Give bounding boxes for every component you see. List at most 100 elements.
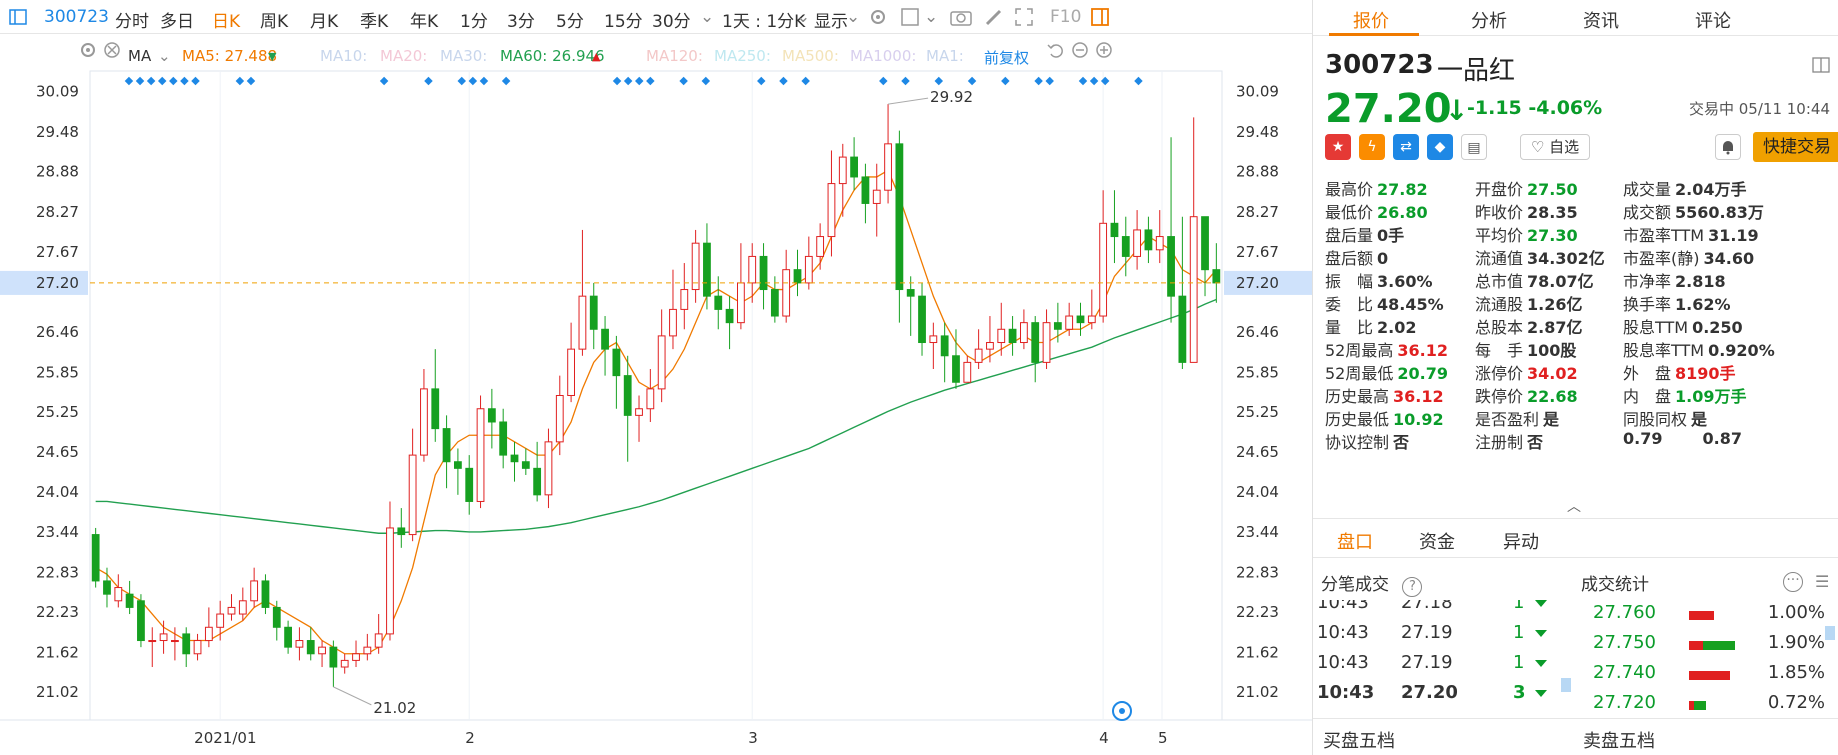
display-button[interactable]: 显示 bbox=[814, 7, 848, 32]
zoom-out-icon[interactable] bbox=[1070, 40, 1090, 60]
trade-volume: 1 bbox=[1513, 622, 1525, 643]
tag-icon[interactable]: ◆ bbox=[1427, 134, 1453, 160]
quote-item: 流通值 34.302亿 bbox=[1475, 245, 1605, 269]
quote-label: 总股本 bbox=[1475, 318, 1524, 337]
list-icon[interactable]: ☰ bbox=[1815, 572, 1829, 591]
stat-bar-sell bbox=[1689, 641, 1703, 650]
candle-body-down bbox=[793, 269, 802, 284]
panel-toggle-icon[interactable] bbox=[1090, 7, 1110, 27]
help-icon[interactable]: ? bbox=[1402, 577, 1423, 597]
quote-label: 涨停价 bbox=[1475, 364, 1524, 383]
candle-body-up bbox=[148, 640, 157, 643]
period-tab[interactable]: 30分 bbox=[652, 7, 691, 32]
sidebar-toggle-icon[interactable] bbox=[8, 7, 28, 27]
layout-icon[interactable] bbox=[1812, 56, 1830, 74]
bid-levels-tab[interactable]: 买盘五档 bbox=[1323, 727, 1395, 753]
quote-item: 同股同权是 bbox=[1623, 406, 1707, 430]
candle-body-up bbox=[295, 640, 304, 648]
tab-news[interactable]: 资讯 bbox=[1583, 7, 1619, 33]
y-tick-label-right: 29.48 bbox=[1236, 123, 1279, 141]
watchlist-label: 自选 bbox=[1549, 138, 1580, 156]
candle-body-up bbox=[737, 282, 745, 324]
period-tab[interactable]: 5分 bbox=[556, 7, 584, 32]
gear-icon[interactable] bbox=[78, 40, 98, 60]
ma500-label: MA500: bbox=[782, 47, 839, 65]
adjust-select[interactable]: 前复权 bbox=[984, 47, 1029, 68]
stock-code-tab[interactable]: 300723 bbox=[44, 7, 109, 27]
period-tab[interactable]: 分时 bbox=[115, 7, 149, 32]
chevron-down-icon[interactable]: ⌄ bbox=[700, 7, 714, 27]
more-icon[interactable]: ··· bbox=[1783, 572, 1803, 592]
trade-time: 10:43 bbox=[1317, 652, 1369, 673]
x-tick-label: 3 bbox=[748, 729, 758, 747]
tab-movements[interactable]: 异动 bbox=[1503, 528, 1539, 554]
square-icon[interactable] bbox=[900, 7, 920, 27]
close-icon[interactable] bbox=[102, 40, 122, 60]
tab-quote[interactable]: 报价 bbox=[1353, 7, 1389, 33]
f10-button[interactable]: F10 bbox=[1050, 7, 1081, 27]
camera-icon[interactable] bbox=[950, 7, 972, 27]
tab-analysis[interactable]: 分析 bbox=[1471, 7, 1507, 33]
pencil-icon[interactable] bbox=[984, 7, 1004, 27]
candle-body-up bbox=[386, 527, 394, 635]
y-tick-label-left: 28.27 bbox=[36, 203, 79, 221]
ma-legend-bar: MA ⌄ MA5: 27.488 ▼ MA10: MA20: MA30: MA6… bbox=[0, 35, 1312, 67]
candle-body-up bbox=[986, 342, 994, 350]
chevron-down-icon[interactable]: ⌄ bbox=[796, 7, 810, 27]
candle-body-up bbox=[204, 626, 213, 642]
bookmark-icon[interactable]: ▤ bbox=[1461, 134, 1487, 160]
fullscreen-icon[interactable] bbox=[1014, 7, 1034, 27]
period-tab[interactable]: 年K bbox=[410, 7, 438, 32]
candle-body-down bbox=[861, 176, 870, 204]
flag-icon[interactable]: ★ bbox=[1325, 134, 1351, 160]
quote-label: 市盈率(静) bbox=[1623, 249, 1700, 268]
candle-body-down bbox=[850, 156, 858, 178]
period-tab[interactable]: 3分 bbox=[507, 7, 535, 32]
quote-item: 跌停价 22.68 bbox=[1475, 383, 1578, 407]
scroll-indicator[interactable] bbox=[1561, 678, 1571, 692]
quote-item: 成交量 2.04万手 bbox=[1623, 176, 1747, 200]
period-tab[interactable]: 周K bbox=[260, 7, 288, 32]
quote-label: 成交额 bbox=[1623, 203, 1672, 222]
y-tick-label-right: 25.85 bbox=[1236, 363, 1279, 381]
undo-icon[interactable] bbox=[1046, 40, 1066, 60]
ask-levels-tab[interactable]: 卖盘五档 bbox=[1583, 727, 1655, 753]
candle-body-up bbox=[635, 408, 643, 416]
quick-trade-button[interactable]: 快捷交易 bbox=[1753, 132, 1838, 162]
chevron-down-icon[interactable]: ⌄ bbox=[158, 47, 171, 65]
period-tab[interactable]: 15分 bbox=[604, 7, 643, 32]
scroll-indicator[interactable] bbox=[1825, 626, 1835, 640]
ma-type-select[interactable]: MA bbox=[128, 47, 151, 65]
candle-body-up bbox=[748, 255, 757, 284]
chevron-down-icon[interactable]: ⌄ bbox=[846, 7, 860, 27]
zoom-in-icon[interactable] bbox=[1094, 40, 1114, 60]
period-tab[interactable]: 1分 bbox=[460, 7, 488, 32]
quote-label: 股息率TTM bbox=[1623, 341, 1705, 360]
tab-order-book[interactable]: 盘口 bbox=[1337, 528, 1373, 554]
triangle-up-icon: ▲ bbox=[592, 50, 601, 63]
kline-chart[interactable]: 30.09 30.09 29.48 29.48 28.88 28.88 28.27 28.27… bbox=[0, 35, 1312, 755]
current-price-label-right: 27.20 bbox=[1236, 274, 1279, 292]
interval-select[interactable]: 1天 : 1分K bbox=[722, 7, 805, 32]
candle-body-up bbox=[782, 269, 791, 317]
kline-chart-area[interactable]: 30.09 30.09 29.48 29.48 28.88 28.88 28.27 28.27… bbox=[0, 35, 1312, 755]
collapse-icon[interactable]: ︿ bbox=[1567, 496, 1581, 516]
period-tab[interactable]: 多日 bbox=[160, 7, 194, 32]
period-tab[interactable]: 季K bbox=[360, 7, 388, 32]
period-tab-active[interactable]: 日K bbox=[212, 7, 240, 32]
y-tick-label-right: 21.02 bbox=[1236, 683, 1279, 701]
shuffle-icon[interactable]: ⇄ bbox=[1393, 134, 1419, 160]
quote-label: 同股同权 bbox=[1623, 410, 1688, 429]
sell-arrow-icon bbox=[1535, 690, 1547, 697]
tab-comments[interactable]: 评论 bbox=[1695, 7, 1731, 33]
period-tab[interactable]: 月K bbox=[310, 7, 338, 32]
lightning-icon[interactable]: ϟ bbox=[1359, 134, 1385, 160]
chevron-down-icon[interactable]: ⌄ bbox=[924, 7, 938, 27]
bell-icon[interactable] bbox=[1715, 134, 1741, 160]
gear-icon[interactable] bbox=[868, 7, 888, 27]
candle-body-down bbox=[1008, 328, 1017, 344]
quote-item: 内 盘 1.09万手 bbox=[1623, 383, 1747, 407]
candle-body-down bbox=[1076, 315, 1085, 324]
add-watchlist-button[interactable]: ♡ 自选 bbox=[1520, 134, 1590, 160]
tab-fund-flow[interactable]: 资金 bbox=[1419, 528, 1455, 554]
